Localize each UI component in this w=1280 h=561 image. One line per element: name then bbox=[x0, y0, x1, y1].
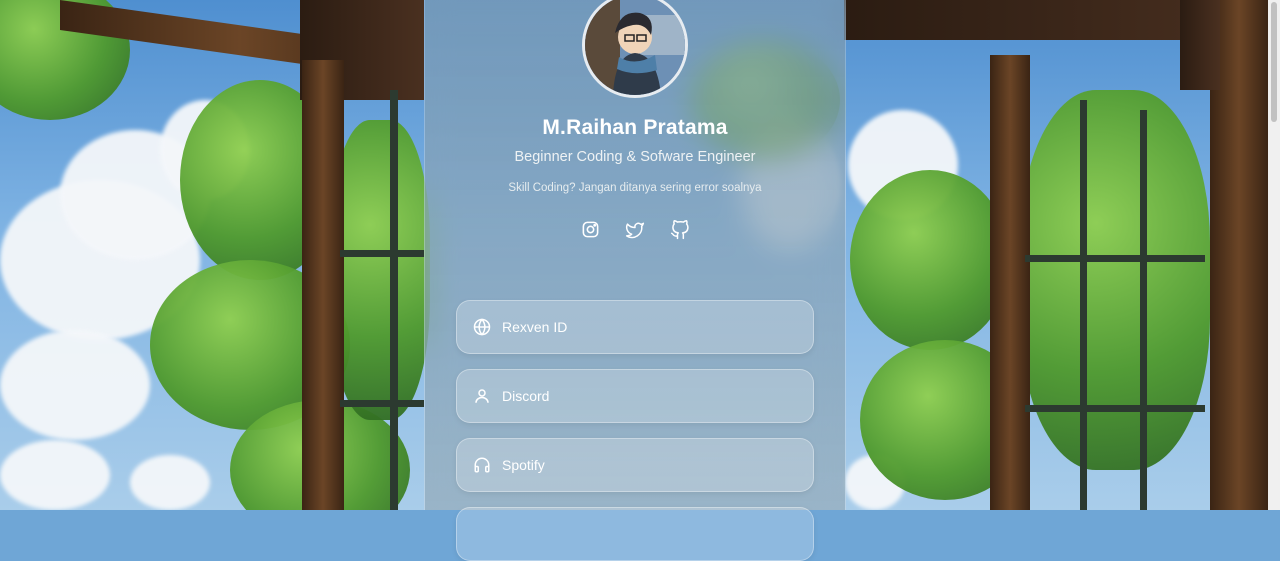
link-label: Spotify bbox=[502, 457, 545, 473]
profile-name: M.Raihan Pratama bbox=[542, 116, 728, 139]
link-discord[interactable]: Discord bbox=[456, 369, 814, 423]
link-rexven-id[interactable]: Rexven ID bbox=[456, 300, 814, 354]
profile-bio: Skill Coding? Jangan ditanya sering erro… bbox=[508, 182, 762, 194]
globe-icon bbox=[472, 317, 492, 337]
twitter-icon[interactable] bbox=[625, 219, 646, 240]
link-spotify[interactable]: Spotify bbox=[456, 438, 814, 492]
scrollbar-thumb[interactable] bbox=[1271, 2, 1277, 122]
user-icon bbox=[472, 386, 492, 406]
link-next[interactable] bbox=[456, 507, 814, 561]
scrollbar[interactable] bbox=[1268, 0, 1280, 510]
link-label: Rexven ID bbox=[502, 319, 568, 335]
social-links bbox=[425, 219, 845, 240]
headphones-icon bbox=[472, 455, 492, 475]
profile-card: M.Raihan Pratama Beginner Coding & Sofwa… bbox=[424, 0, 846, 561]
instagram-icon[interactable] bbox=[580, 219, 601, 240]
link-label: Discord bbox=[502, 388, 550, 404]
github-icon[interactable] bbox=[670, 219, 691, 240]
profile-role: Beginner Coding & Sofware Engineer bbox=[514, 149, 756, 165]
